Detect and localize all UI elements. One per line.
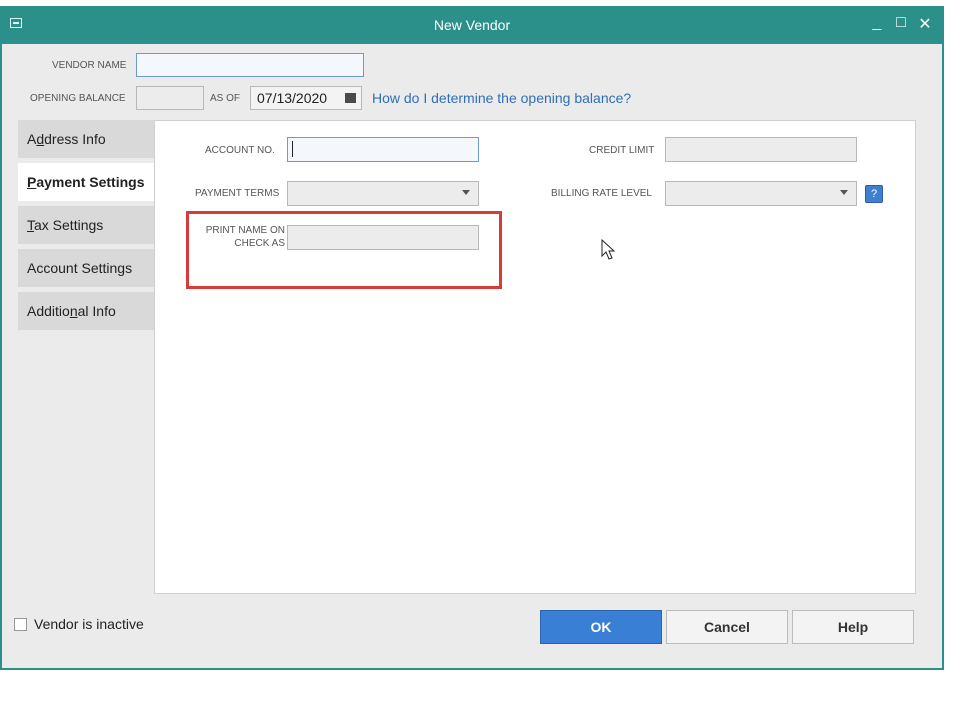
account-no-input[interactable]	[287, 137, 479, 162]
credit-limit-label: CREDIT LIMIT	[589, 145, 655, 156]
opening-balance-label: OPENING BALANCE	[30, 93, 126, 104]
payment-settings-panel: ACCOUNT NO. PAYMENT TERMS PRINT NAME ON …	[154, 120, 916, 594]
vendor-name-input[interactable]	[136, 53, 364, 77]
tab-account-settings[interactable]: Account Settings	[18, 249, 154, 289]
dialog-body: VENDOR NAME OPENING BALANCE AS OF 07/13/…	[2, 44, 942, 668]
help-icon[interactable]: ?	[865, 185, 883, 203]
account-no-label: ACCOUNT NO.	[205, 145, 275, 156]
cancel-button[interactable]: Cancel	[666, 610, 788, 644]
tab-address-info[interactable]: Address Info	[18, 120, 154, 160]
credit-limit-input[interactable]	[665, 137, 857, 162]
payment-terms-select[interactable]	[287, 181, 479, 206]
print-name-on-check-input[interactable]	[287, 225, 479, 250]
vendor-inactive-checkbox[interactable]	[14, 618, 27, 631]
print-name-label-line2: CHECK AS	[234, 238, 285, 249]
tab-tax-settings[interactable]: Tax Settings	[18, 206, 154, 246]
as-of-label: AS OF	[210, 93, 241, 104]
tab-payment-settings[interactable]: Payment Settings	[18, 163, 156, 203]
ok-button[interactable]: OK	[540, 610, 662, 644]
vendor-name-label: VENDOR NAME	[52, 60, 127, 71]
help-button[interactable]: Help	[792, 610, 914, 644]
tab-additional-info[interactable]: Additional Info	[18, 292, 154, 332]
title-bar[interactable]: New Vendor _ □ ✕	[0, 6, 944, 44]
minimize-icon[interactable]: _	[868, 14, 886, 32]
as-of-date-value: 07/13/2020	[257, 90, 328, 106]
payment-terms-label: PAYMENT TERMS	[195, 188, 280, 199]
mouse-cursor-icon	[601, 239, 616, 260]
billing-rate-level-label: BILLING RATE LEVEL	[551, 188, 652, 199]
new-vendor-window: New Vendor _ □ ✕ VENDOR NAME OPENING BAL…	[0, 6, 944, 670]
text-caret	[292, 141, 293, 157]
vendor-inactive-label: Vendor is inactive	[34, 616, 144, 632]
maximize-icon[interactable]: □	[892, 14, 910, 32]
dropdown-caret-icon	[840, 190, 848, 195]
opening-balance-help-link[interactable]: How do I determine the opening balance?	[372, 90, 631, 106]
dropdown-caret-icon	[462, 190, 470, 195]
close-icon[interactable]: ✕	[916, 14, 934, 34]
highlight-box	[186, 211, 502, 289]
billing-rate-level-select[interactable]	[665, 181, 857, 206]
opening-balance-input[interactable]	[136, 86, 204, 110]
print-name-label-line1: PRINT NAME ON	[205, 225, 285, 236]
calendar-icon[interactable]	[345, 93, 356, 103]
window-title: New Vendor	[433, 17, 511, 33]
